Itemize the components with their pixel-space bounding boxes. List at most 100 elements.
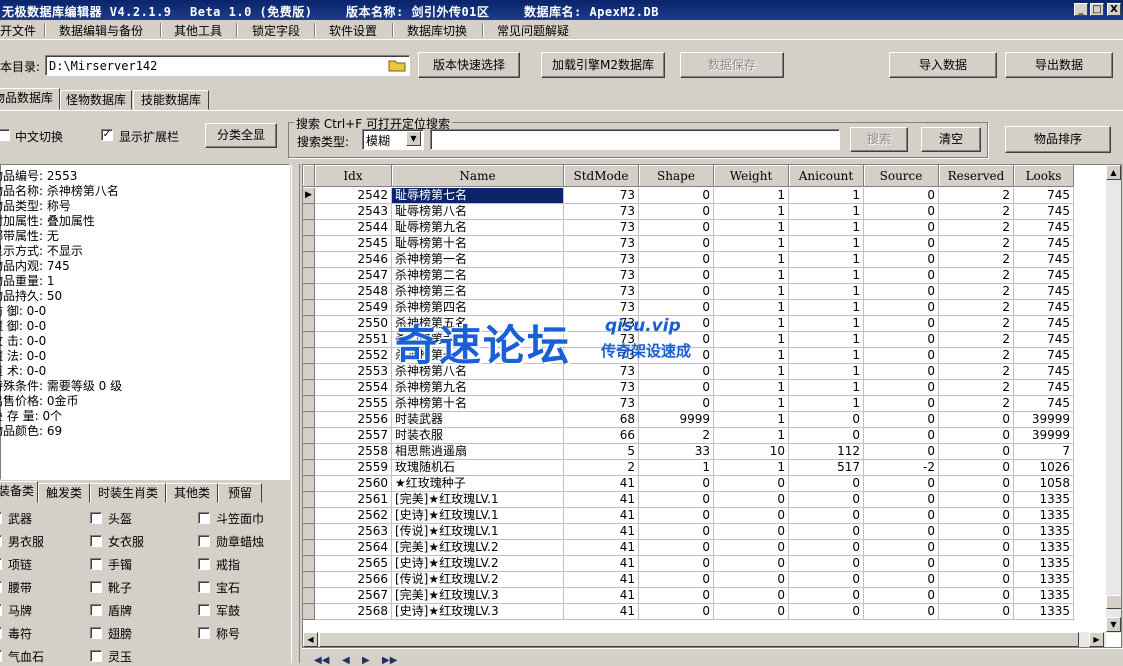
grid-cell[interactable]: 1 xyxy=(714,300,789,316)
grid-cell[interactable]: 0 xyxy=(939,476,1014,492)
grid-cell[interactable]: 745 xyxy=(1014,380,1074,396)
grid-cell[interactable]: 0 xyxy=(714,556,789,572)
item-name-cell[interactable]: 相思熊逍遥扇 xyxy=(392,444,564,460)
grid-cell[interactable]: 41 xyxy=(564,540,639,556)
minimize-button[interactable]: _ xyxy=(1074,3,1088,16)
category-checkbox[interactable] xyxy=(198,604,210,616)
row-indicator[interactable] xyxy=(303,396,315,412)
menu-edit-backup[interactable]: 数据编辑与备份 xyxy=(59,22,143,39)
grid-cell[interactable]: 41 xyxy=(564,556,639,572)
grid-cell[interactable]: 2552 xyxy=(315,348,392,364)
grid-cell[interactable]: 2544 xyxy=(315,220,392,236)
cat-tab-fashion-zodiac[interactable]: 时装生肖类 xyxy=(90,483,166,503)
row-indicator[interactable] xyxy=(303,284,315,300)
category-checkbox[interactable] xyxy=(90,650,102,662)
grid-cell[interactable]: 2548 xyxy=(315,284,392,300)
grid-cell[interactable]: 1335 xyxy=(1014,492,1074,508)
grid-cell[interactable]: 0 xyxy=(864,252,939,268)
item-name-cell[interactable]: 耻辱榜第八名 xyxy=(392,204,564,220)
grid-cell[interactable]: 2 xyxy=(939,300,1014,316)
grid-cell[interactable]: 1 xyxy=(714,412,789,428)
item-name-cell[interactable]: 杀神榜第二名 xyxy=(392,268,564,284)
grid-cell[interactable]: 0 xyxy=(939,444,1014,460)
grid-cell[interactable]: 41 xyxy=(564,524,639,540)
item-name-cell[interactable]: 杀神榜第九名 xyxy=(392,380,564,396)
grid-cell[interactable]: 1 xyxy=(714,204,789,220)
grid-cell[interactable]: 0 xyxy=(714,476,789,492)
prev-record-icon[interactable]: ◀ xyxy=(342,655,350,666)
grid-cell[interactable]: 73 xyxy=(564,380,639,396)
item-name-cell[interactable]: [完美]★红玫瑰LV.2 xyxy=(392,540,564,556)
column-header[interactable]: Source xyxy=(864,165,939,187)
grid-cell[interactable]: 2545 xyxy=(315,236,392,252)
grid-cell[interactable]: 0 xyxy=(939,604,1014,620)
grid-cell[interactable]: 2 xyxy=(939,268,1014,284)
grid-cell[interactable]: 39999 xyxy=(1014,428,1074,444)
grid-cell[interactable]: 0 xyxy=(864,380,939,396)
grid-cell[interactable]: 1026 xyxy=(1014,460,1074,476)
item-name-cell[interactable]: [史诗]★红玫瑰LV.1 xyxy=(392,508,564,524)
column-header[interactable]: Anicount xyxy=(789,165,864,187)
grid-cell[interactable]: 0 xyxy=(864,316,939,332)
row-indicator[interactable] xyxy=(303,524,315,540)
grid-cell[interactable]: 2547 xyxy=(315,268,392,284)
grid-cell[interactable]: 0 xyxy=(639,604,714,620)
cat-tab-trigger[interactable]: 触发类 xyxy=(38,483,90,503)
grid-cell[interactable]: 745 xyxy=(1014,204,1074,220)
row-indicator[interactable] xyxy=(303,412,315,428)
grid-cell[interactable]: 0 xyxy=(714,524,789,540)
category-checkbox[interactable] xyxy=(198,558,210,570)
grid-cell[interactable]: 1 xyxy=(714,236,789,252)
row-indicator[interactable] xyxy=(303,604,315,620)
item-data-grid[interactable]: Idx Name StdMode Shape Weight Anicount Source R… xyxy=(302,164,1122,648)
grid-cell[interactable]: 2 xyxy=(939,396,1014,412)
search-button[interactable]: 搜索 xyxy=(850,127,908,152)
quick-select-button[interactable]: 版本快速选择 xyxy=(418,52,520,78)
grid-cell[interactable]: 0 xyxy=(939,508,1014,524)
grid-cell[interactable]: 1 xyxy=(789,348,864,364)
grid-cell[interactable]: 0 xyxy=(939,588,1014,604)
grid-cell[interactable]: 0 xyxy=(639,524,714,540)
grid-cell[interactable]: 0 xyxy=(639,220,714,236)
grid-cell[interactable]: 745 xyxy=(1014,252,1074,268)
show-all-categories-button[interactable]: 分类全显 xyxy=(205,123,277,148)
panel-splitter[interactable] xyxy=(291,164,300,663)
cat-tab-reserved[interactable]: 预留 xyxy=(218,483,262,503)
item-name-cell[interactable]: [史诗]★红玫瑰LV.3 xyxy=(392,604,564,620)
grid-cell[interactable]: 0 xyxy=(789,588,864,604)
grid-cell[interactable]: 1 xyxy=(639,460,714,476)
grid-cell[interactable]: 0 xyxy=(864,220,939,236)
item-name-cell[interactable]: [完美]★红玫瑰LV.1 xyxy=(392,492,564,508)
item-name-cell[interactable]: 耻辱榜第七名 xyxy=(392,188,564,204)
grid-cell[interactable]: 41 xyxy=(564,492,639,508)
menu-software-settings[interactable]: 软件设置 xyxy=(329,22,377,39)
grid-cell[interactable]: 2554 xyxy=(315,380,392,396)
grid-cell[interactable]: 2558 xyxy=(315,444,392,460)
grid-cell[interactable]: 0 xyxy=(864,348,939,364)
grid-cell[interactable]: 1 xyxy=(714,268,789,284)
grid-cell[interactable]: 1 xyxy=(789,284,864,300)
grid-cell[interactable]: 1 xyxy=(714,332,789,348)
grid-cell[interactable]: 2563 xyxy=(315,524,392,540)
grid-cell[interactable]: 0 xyxy=(639,508,714,524)
first-record-icon[interactable]: ◀◀ xyxy=(314,655,329,666)
grid-cell[interactable]: 41 xyxy=(564,572,639,588)
grid-cell[interactable]: 745 xyxy=(1014,300,1074,316)
horizontal-scroll-thumb[interactable] xyxy=(319,632,1079,647)
column-header[interactable]: Weight xyxy=(714,165,789,187)
grid-cell[interactable]: 0 xyxy=(939,412,1014,428)
category-checkbox[interactable] xyxy=(198,535,210,547)
grid-cell[interactable]: 1 xyxy=(714,460,789,476)
grid-cell[interactable]: 2567 xyxy=(315,588,392,604)
grid-cell[interactable]: 0 xyxy=(789,556,864,572)
menu-faq[interactable]: 常见问题解疑 xyxy=(497,22,569,39)
grid-cell[interactable]: 73 xyxy=(564,396,639,412)
grid-cell[interactable]: 745 xyxy=(1014,316,1074,332)
grid-cell[interactable]: 0 xyxy=(939,428,1014,444)
horizontal-scrollbar[interactable]: ◀ ▶ xyxy=(303,632,1106,647)
cn-switch-checkbox[interactable] xyxy=(0,129,10,141)
grid-cell[interactable]: 0 xyxy=(714,604,789,620)
grid-cell[interactable]: 73 xyxy=(564,220,639,236)
cat-tab-other[interactable]: 其他类 xyxy=(166,483,218,503)
grid-cell[interactable]: 745 xyxy=(1014,364,1074,380)
